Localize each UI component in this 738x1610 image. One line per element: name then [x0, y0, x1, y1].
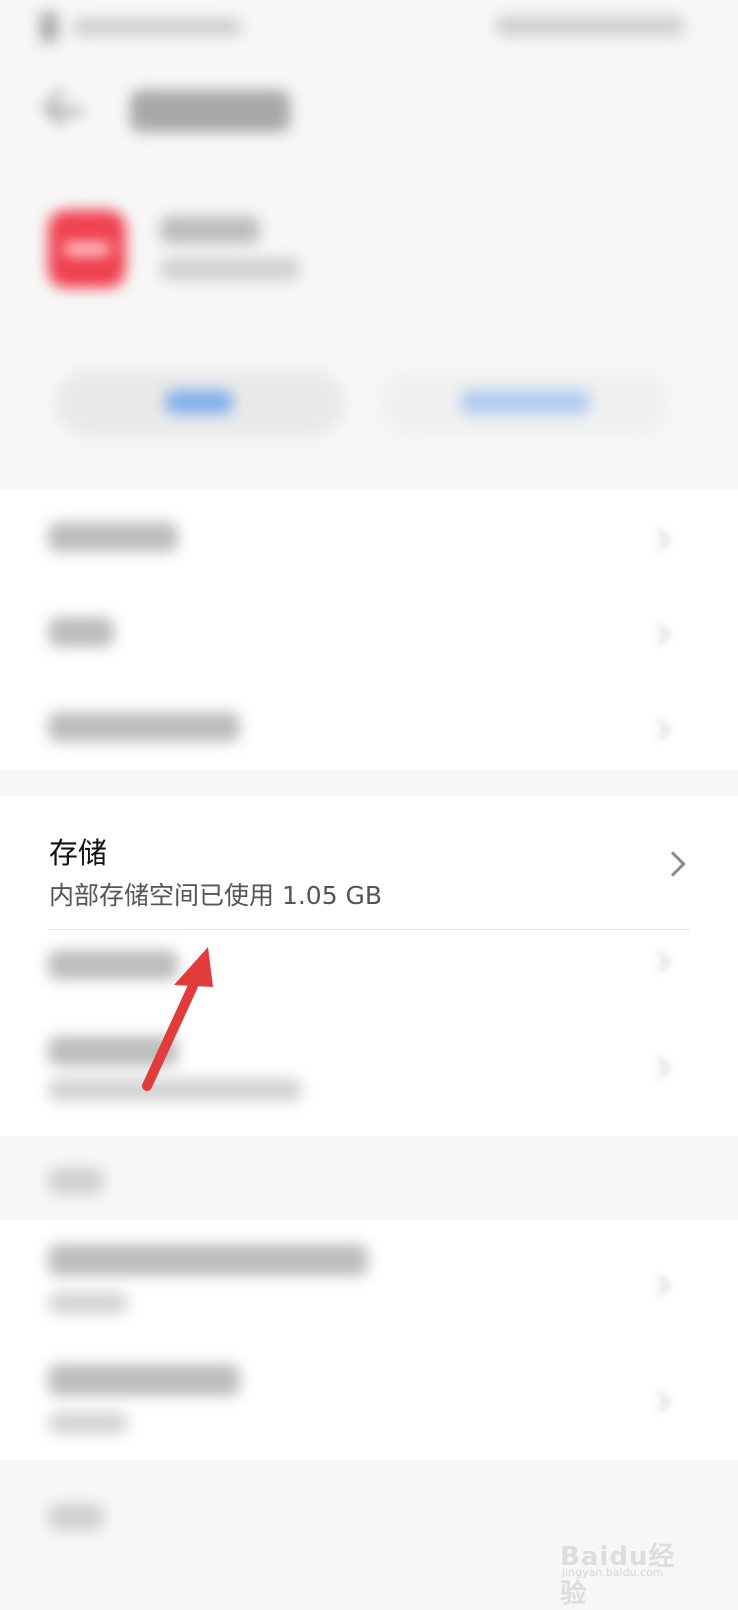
watermark: Baidu经验 jingyan.baidu.com: [560, 1520, 700, 1609]
watermark-domain: jingyan.baidu.com: [562, 1566, 664, 1579]
arrow-head: [174, 947, 213, 987]
arrow-shaft: [142, 981, 198, 1091]
arrow-annotation-icon: [142, 947, 213, 1091]
